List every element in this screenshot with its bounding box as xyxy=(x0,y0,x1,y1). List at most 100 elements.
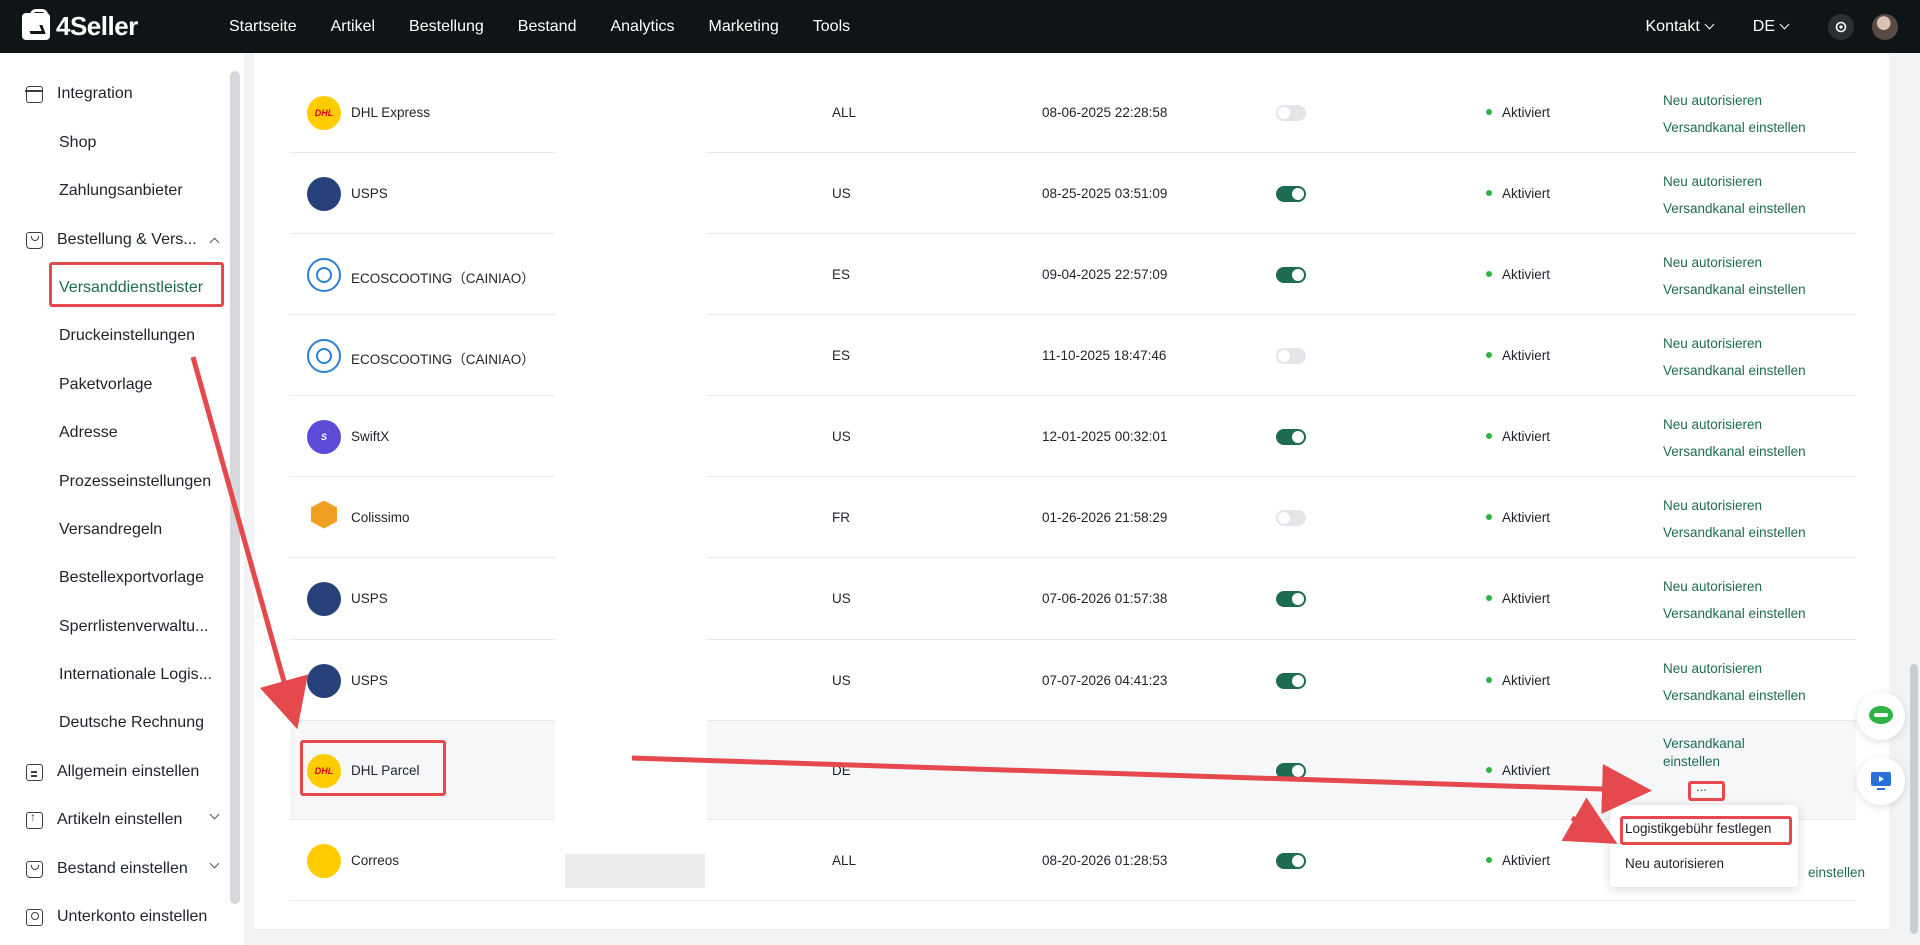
nav-startseite[interactable]: Startseite xyxy=(212,0,314,53)
tutorial-video-button[interactable] xyxy=(1857,757,1905,805)
table-row: USPS US 07-06-2026 01:57:38 Aktiviert Neu au… xyxy=(290,558,1856,640)
reauthorize-link[interactable]: Neu autorisieren xyxy=(1663,417,1762,432)
sidebar-item-adresse[interactable]: Adresse xyxy=(0,413,230,453)
set-channel-link[interactable]: Versandkanal einstellen xyxy=(1663,363,1806,378)
support-chat-button[interactable] xyxy=(1857,692,1905,740)
language-dropdown[interactable]: DE xyxy=(1752,17,1790,36)
set-channel-link[interactable]: Versandkanal einstellen xyxy=(1663,444,1806,459)
set-channel-link[interactable]: einstellen xyxy=(1663,754,1720,769)
enable-toggle[interactable] xyxy=(1276,185,1306,202)
avatar[interactable] xyxy=(1872,13,1898,40)
table-row: USPS US 08-25-2025 03:51:09 Aktiviert Neu au… xyxy=(290,153,1856,234)
enable-toggle[interactable] xyxy=(1276,672,1306,689)
region-code: ALL xyxy=(832,852,857,868)
sidebar-item-label: Paketvorlage xyxy=(59,376,153,393)
enable-toggle[interactable] xyxy=(1276,104,1306,121)
status-dot xyxy=(1486,595,1492,601)
sidebar-item-zahlungsanbieter[interactable]: Zahlungsanbieter xyxy=(0,171,230,211)
sidebar-item-versanddienstleister[interactable]: Versanddienstleister xyxy=(0,268,230,308)
sidebar-item-label: Prozesseinstellungen xyxy=(59,473,212,490)
set-channel-link[interactable]: Versandkanal einstellen xyxy=(1663,606,1806,621)
status-dot xyxy=(1486,766,1492,773)
more-actions-button[interactable]: ... xyxy=(1696,779,1707,794)
set-channel-link[interactable]: Versandkanal einstellen xyxy=(1663,688,1806,703)
sidebar-item-bestellexportvorlage[interactable]: Bestellexportvorlage xyxy=(0,558,230,598)
page-scrollbar[interactable] xyxy=(1910,664,1918,934)
sidebar-item-prozesseinstellungen[interactable]: Prozesseinstellungen xyxy=(0,462,230,502)
sidebar-item-paketvorlage[interactable]: Paketvorlage xyxy=(0,365,230,405)
status-label: Aktiviert xyxy=(1502,852,1551,868)
reauthorize-link[interactable]: Neu autorisieren xyxy=(1663,661,1762,676)
brand-logo[interactable]: 4Seller xyxy=(22,9,212,42)
nav-bestand[interactable]: Bestand xyxy=(501,0,594,53)
sidebar-group-label: Artikeln einstellen xyxy=(57,811,183,828)
sidebar-group-bestand[interactable]: Bestand einstellen xyxy=(0,849,230,889)
brand-name: 4Seller xyxy=(56,11,138,41)
nav-analytics[interactable]: Analytics xyxy=(593,0,691,53)
set-channel-link[interactable]: Versandkanal einstellen xyxy=(1663,201,1806,216)
settings-button[interactable] xyxy=(1828,13,1854,40)
user-icon xyxy=(26,909,43,926)
table-row: S SwiftX US 12-01-2025 00:32:01 Aktiviert Neu… xyxy=(290,396,1856,477)
contact-dropdown[interactable]: Kontakt xyxy=(1646,18,1715,36)
menu-item-logistikgebuehr[interactable]: Logistikgebühr festlegen xyxy=(1625,821,1771,836)
region-code: US xyxy=(832,185,851,201)
sidebar-group-artikeln[interactable]: Artikeln einstellen xyxy=(0,800,230,840)
chevron-down-icon xyxy=(209,809,220,820)
upload-icon xyxy=(26,810,43,829)
sidebar-group-label: Bestellung & Vers... xyxy=(57,231,197,248)
sidebar-item-versandregeln[interactable]: Versandregeln xyxy=(0,510,230,550)
carrier-name: Colissimo xyxy=(351,509,410,525)
sidebar-item-deutsche-rechnung[interactable]: Deutsche Rechnung xyxy=(0,703,230,743)
sidebar-item-label: Zahlungsanbieter xyxy=(59,182,183,199)
sidebar-scrollbar[interactable] xyxy=(230,71,240,904)
auth-date: 07-07-2026 04:41:23 xyxy=(1042,672,1168,688)
set-channel-link[interactable]: Versandkanal einstellen xyxy=(1663,282,1806,297)
enable-toggle[interactable] xyxy=(1276,509,1306,526)
enable-toggle[interactable] xyxy=(1276,347,1306,364)
store-icon xyxy=(25,86,43,103)
enable-toggle[interactable] xyxy=(1276,591,1306,607)
nav-artikel[interactable]: Artikel xyxy=(314,0,392,53)
redacted-field xyxy=(565,854,705,888)
sidebar-group-bestellung[interactable]: Bestellung & Vers... xyxy=(0,220,230,260)
reauthorize-link[interactable]: Neu autorisieren xyxy=(1663,579,1762,594)
region-code: ES xyxy=(832,266,851,282)
menu-item-neu-autorisieren[interactable]: Neu autorisieren xyxy=(1625,856,1724,871)
enable-toggle[interactable] xyxy=(1276,762,1306,779)
reauthorize-link[interactable]: Neu autorisieren xyxy=(1663,498,1762,513)
set-channel-link[interactable]: Versandkanal einstellen xyxy=(1663,120,1806,135)
set-channel-link[interactable]: Versandkanal einstellen xyxy=(1663,525,1806,540)
enable-toggle[interactable] xyxy=(1276,266,1306,283)
reauthorize-link[interactable]: Neu autorisieren xyxy=(1663,174,1762,189)
enable-toggle[interactable] xyxy=(1276,852,1306,869)
top-right-controls: Kontakt DE xyxy=(1646,0,1920,53)
enable-toggle[interactable] xyxy=(1276,428,1306,445)
box-icon xyxy=(26,861,43,878)
sidebar-group-allgemein[interactable]: Allgemein einstellen xyxy=(0,752,230,792)
region-code: ES xyxy=(832,347,851,363)
usps-logo xyxy=(307,176,341,211)
sidebar-group-label: Integration xyxy=(57,85,133,102)
nav-bestellung[interactable]: Bestellung xyxy=(392,0,501,53)
nav-marketing[interactable]: Marketing xyxy=(692,0,796,53)
reauthorize-link[interactable]: Neu autorisieren xyxy=(1663,336,1762,351)
sidebar-group-unterkonto[interactable]: Unterkonto einstellen xyxy=(0,897,230,937)
sidebar-item-sperrlisten[interactable]: Sperrlistenverwaltu... xyxy=(0,607,230,647)
colissimo-logo xyxy=(311,500,337,529)
sidebar-group-label: Allgemein einstellen xyxy=(57,763,200,780)
status-label: Aktiviert xyxy=(1502,347,1551,363)
eco-logo xyxy=(307,338,341,373)
reauthorize-link[interactable]: Neu autorisieren xyxy=(1663,93,1762,108)
auth-date: 01-26-2026 21:58:29 xyxy=(1042,509,1168,525)
table-row: USPS US 07-07-2026 04:41:23 Aktiviert Neu au… xyxy=(290,640,1856,721)
nav-tools[interactable]: Tools xyxy=(796,0,867,53)
sidebar-group-integration[interactable]: Integration xyxy=(0,74,230,114)
set-channel-link[interactable]: einstellen xyxy=(1808,865,1865,880)
sidebar-item-internationale-logistik[interactable]: Internationale Logis... xyxy=(0,655,230,695)
language-label: DE xyxy=(1752,17,1775,35)
sidebar-item-shop[interactable]: Shop xyxy=(0,123,230,163)
set-channel-link[interactable]: Versandkanal xyxy=(1663,736,1745,751)
sidebar-item-druckeinstellungen[interactable]: Druckeinstellungen xyxy=(0,316,230,356)
reauthorize-link[interactable]: Neu autorisieren xyxy=(1663,255,1762,270)
